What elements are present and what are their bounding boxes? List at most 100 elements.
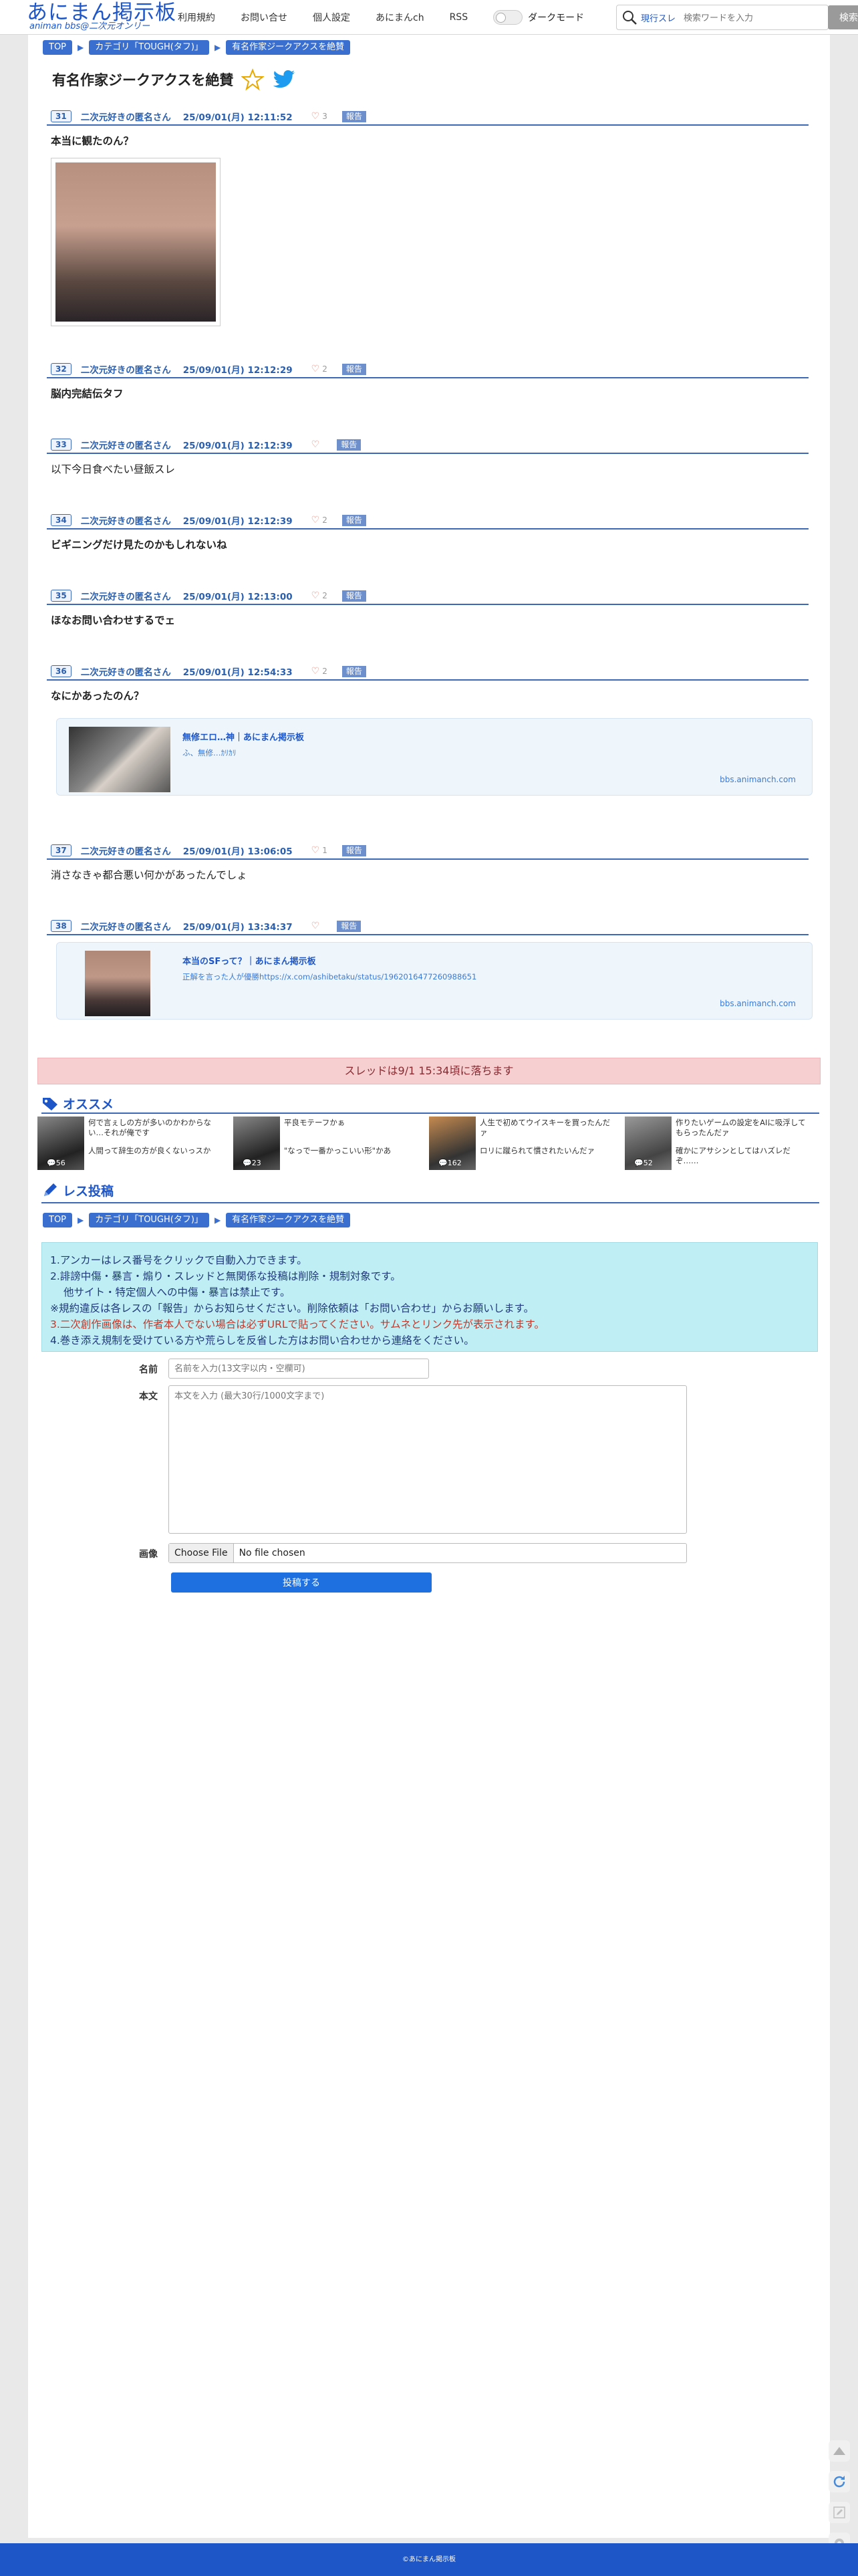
recommend-item[interactable]: 💬23 平良モテーフかぁ "なっで一番かっこいい形"かあ (233, 1117, 424, 1170)
nav-rss-link[interactable]: RSS (450, 12, 468, 23)
like-count: 1 (322, 846, 327, 855)
recommend-thumbnail: 💬162 (429, 1117, 476, 1170)
nav-terms-link[interactable]: 利用規約 (178, 11, 215, 24)
link-card[interactable]: 本当のSFって？｜あにまん掲示板 正解を言った人が優勝https://x.com… (56, 942, 813, 1020)
toggle-knob (496, 13, 507, 23)
report-button[interactable]: 報告 (341, 590, 366, 602)
post-number[interactable]: 33 (51, 439, 72, 451)
like-heart-icon[interactable]: ♡ (311, 515, 320, 525)
search-input[interactable] (684, 12, 784, 23)
post-35: 35 二次元好きの匿名さん 25/09/01(月) 12:13:00 ♡ 2 報告… (47, 588, 809, 628)
report-button[interactable]: 報告 (337, 920, 362, 932)
post-34: 34 二次元好きの匿名さん 25/09/01(月) 12:12:39 ♡ 2 報告… (47, 512, 809, 552)
like-heart-icon[interactable]: ♡ (311, 590, 320, 601)
rule-line: ※規約違反は各レスの「報告」からお知らせください。削除依頼は「お問い合わせ」から… (50, 1302, 535, 1314)
breadcrumb-sep-icon: ▶ (78, 43, 84, 52)
twitter-share-icon[interactable] (273, 70, 296, 90)
logo-sub-text: animan bbs@二次元オンリー (29, 21, 150, 31)
recommend-divider (41, 1113, 819, 1114)
breadcrumb-top[interactable]: TOP (43, 40, 73, 55)
report-button[interactable]: 報告 (341, 514, 366, 526)
site-logo[interactable]: あにまん掲示板 animan bbs@二次元オンリー (27, 1, 176, 32)
recommend-line-1: 平良モテーフかぁ (284, 1118, 345, 1127)
breadcrumb-thread[interactable]: 有名作家ジークアクスを絶賛 (226, 40, 351, 55)
nav-animanch-link[interactable]: あにまんch (376, 11, 424, 24)
like-heart-icon[interactable]: ♡ (311, 111, 320, 122)
scroll-top-button[interactable] (829, 2440, 850, 2462)
thread-title: 有名作家ジークアクスを絶賛 (52, 72, 234, 88)
rule-line: 3.二次創作画像は、作者本人でない場合は必ずURLで貼ってください。サムネとリン… (50, 1318, 545, 1330)
post-header: 31 二次元好きの匿名さん 25/09/01(月) 12:11:52 ♡ 3 報告 (47, 108, 809, 126)
arrow-up-icon (833, 2447, 845, 2455)
recommend-line-2: "なっで一番かっこいい形"かあ (284, 1146, 392, 1155)
post-number[interactable]: 35 (51, 590, 72, 602)
recommend-line-2: 人間って辞生の方が良くないっスか (88, 1146, 211, 1155)
like-heart-icon[interactable]: ♡ (311, 666, 320, 677)
post-image[interactable] (51, 158, 221, 326)
recommend-item[interactable]: 💬162 人生で初めてウイスキーを買ったんだァ ロリに蹴られて慣されたいんだァ (429, 1117, 619, 1170)
search-button[interactable]: 検索 (828, 5, 858, 29)
like-heart-icon[interactable]: ♡ (311, 364, 320, 374)
post-date: 25/09/01(月) 12:13:00 (182, 592, 293, 602)
like-count: 2 (322, 667, 327, 676)
post-32: 32 二次元好きの匿名さん 25/09/01(月) 12:12:29 ♡ 2 報告… (47, 361, 809, 401)
post-number[interactable]: 36 (51, 665, 72, 677)
comment-count: 💬162 (438, 1159, 462, 1167)
post-author: 二次元好きの匿名さん (80, 592, 171, 602)
recommend-item[interactable]: 💬52 作りたいゲームの設定をAIに吸浮してもらったんだァ 確かにアサシンとして… (625, 1117, 815, 1170)
report-button[interactable]: 報告 (341, 363, 366, 375)
post-36: 36 二次元好きの匿名さん 25/09/01(月) 12:54:33 ♡ 2 報告… (47, 663, 813, 796)
like-count: 2 (322, 591, 327, 600)
image-file-input[interactable]: Choose File No file chosen (168, 1543, 687, 1563)
breadcrumb-thread[interactable]: 有名作家ジークアクスを絶賛 (226, 1213, 351, 1227)
submit-post-button[interactable]: 投稿する (171, 1572, 432, 1593)
write-button[interactable] (829, 2502, 850, 2523)
top-nav: 利用規約 お問い合せ 個人設定 あにまんch RSS ダークモード (178, 0, 584, 35)
report-button[interactable]: 報告 (341, 665, 366, 677)
post-author: 二次元好きの匿名さん (80, 112, 171, 123)
breadcrumb-category[interactable]: カテゴリ「TOUGH(タフ)」 (89, 1213, 209, 1227)
post-number[interactable]: 34 (51, 514, 72, 526)
body-textarea[interactable] (168, 1385, 687, 1534)
post-number[interactable]: 31 (51, 110, 72, 122)
post-37: 37 二次元好きの匿名さん 25/09/01(月) 13:06:05 ♡ 1 報告… (47, 842, 809, 883)
breadcrumb-top[interactable]: TOP (43, 1213, 73, 1227)
main-content: TOP ▶ カテゴリ「TOUGH(タフ)」 ▶ 有名作家ジークアクスを絶賛 有名… (28, 35, 830, 2538)
recommend-line-1: 人生で初めてウイスキーを買ったんだァ (480, 1118, 611, 1137)
recommend-item[interactable]: 💬56 何で言ぇしの方が多いのかわからない…それが俺です 人間って辞生の方が良く… (37, 1117, 228, 1170)
like-count: 2 (322, 364, 327, 374)
body-label: 本文 (139, 1391, 158, 1402)
search-icon (623, 11, 637, 25)
post-number[interactable]: 38 (51, 920, 72, 932)
logo-main-text: あにまん掲示板 (27, 1, 176, 25)
link-card[interactable]: 無修エロ…神｜あにまん掲示板 ふ、無修…ｶﾘｶﾘ bbs.animanch.co… (56, 718, 813, 796)
breadcrumb-category[interactable]: カテゴリ「TOUGH(タフ)」 (89, 40, 209, 55)
post-body: 本当に観たのん？ (47, 126, 809, 326)
posting-rules: 1.アンカーはレス番号をクリックで自動入力できます。 2.誹謗中傷・暴言・煽り・… (41, 1242, 818, 1352)
report-button[interactable]: 報告 (341, 844, 366, 856)
link-card-thumbnail (85, 951, 150, 1016)
post-image-content (55, 162, 216, 322)
post-form-heading: レス投稿 (41, 1181, 114, 1199)
dark-mode-toggle[interactable] (493, 10, 523, 25)
post-text: 脳内完結伝タフ (51, 388, 124, 400)
reload-button[interactable] (829, 2471, 850, 2492)
post-number[interactable]: 37 (51, 844, 72, 856)
search-scope-select[interactable]: 現行スレ (641, 11, 676, 24)
like-heart-icon[interactable]: ♡ (311, 439, 320, 450)
post-number[interactable]: 32 (51, 363, 72, 375)
link-card-domain: bbs.animanch.com (720, 999, 796, 1008)
nav-contact-link[interactable]: お問い合せ (241, 11, 287, 24)
name-input[interactable] (168, 1359, 429, 1379)
choose-file-button[interactable]: Choose File (169, 1544, 234, 1562)
name-label: 名前 (139, 1365, 158, 1375)
comment-count: 💬23 (243, 1159, 261, 1167)
like-heart-icon[interactable]: ♡ (311, 921, 320, 931)
report-button[interactable]: 報告 (341, 110, 366, 122)
nav-settings-link[interactable]: 個人設定 (313, 11, 350, 24)
recommend-thumbnail: 💬52 (625, 1117, 672, 1170)
like-heart-icon[interactable]: ♡ (311, 845, 320, 856)
favorite-star-icon[interactable] (241, 68, 265, 91)
site-header: あにまん掲示板 animan bbs@二次元オンリー 利用規約 お問い合せ 個人… (0, 0, 858, 35)
report-button[interactable]: 報告 (337, 439, 362, 451)
